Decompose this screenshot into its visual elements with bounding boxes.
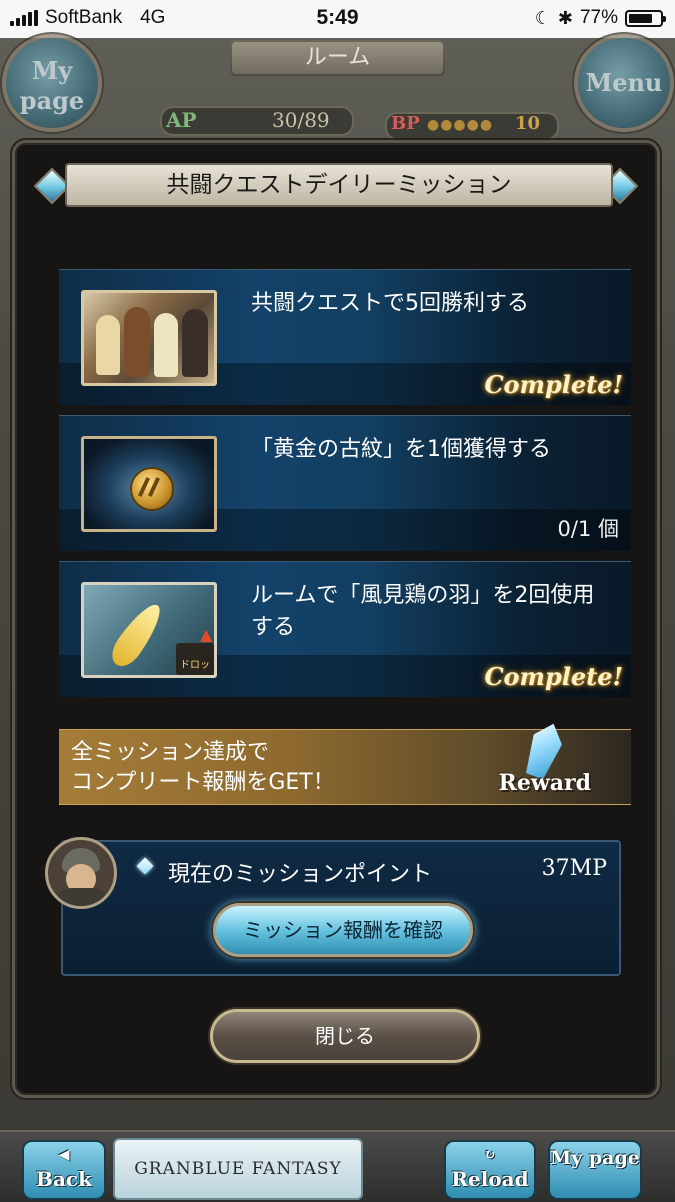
reload-button[interactable]: ↻ Reload (444, 1140, 536, 1200)
feather-thumbnail: ドロップ ▲ (81, 582, 217, 678)
avatar (45, 837, 117, 909)
modal-title: 共闘クエストデイリーミッション (65, 163, 613, 207)
ap-value: 30/89 (272, 108, 330, 132)
back-arrow-icon: ◀ (58, 1147, 70, 1163)
progress-label: 0/1 個 (557, 517, 619, 541)
gold-crest-thumbnail (81, 436, 217, 532)
bottom-nav-bar: ◀ Back GRANBLUE FANTASY ↻ Reload My page (0, 1130, 675, 1202)
game-logo: GRANBLUE FANTASY (113, 1138, 363, 1200)
ap-gauge: AP 30/89 (160, 106, 354, 136)
ap-label: AP (166, 108, 197, 132)
room-title: ルーム (230, 40, 445, 76)
bp-label: BP (391, 113, 420, 134)
mission-points-value: 37MP (541, 856, 607, 881)
daily-mission-modal: 共闘クエストデイリーミッション 共闘クエストで5回勝利する Complete! … (12, 140, 660, 1098)
bp-gauge: BP ●●●●● 10 (385, 112, 559, 140)
status-bar: SoftBank 4G 5:49 ☾ ✱ 77% (0, 0, 675, 38)
bp-dots-icon: ●●●●● (427, 117, 494, 133)
diamond-icon (136, 857, 154, 875)
arrow-up-icon: ▲ (200, 625, 213, 644)
mission-text: 「黄金の古紋」を1個獲得する (251, 437, 551, 462)
complete-label: Complete! (484, 662, 623, 691)
battery-icon (625, 9, 666, 27)
reward-line-1: 全ミッション達成で (71, 740, 270, 765)
reward-line-2: コンプリート報酬をGET！ (71, 770, 335, 795)
menu-button[interactable]: Menu (578, 38, 670, 128)
mission-text: 共闘クエストで5回勝利する (251, 291, 529, 316)
characters-thumbnail (81, 290, 217, 386)
drop-badge: ドロップ (176, 643, 214, 675)
mypage-bottom-button[interactable]: My page (548, 1140, 642, 1200)
bp-value: 10 (515, 113, 541, 134)
battery-percent: 77% (579, 7, 618, 28)
bluetooth-icon: ✱ (557, 7, 573, 28)
reload-icon: ↻ (484, 1147, 496, 1163)
confirm-reward-button[interactable]: ミッション報酬を確認 (213, 903, 473, 957)
mission-text: ルームで「風見鶏の羽」を2回使用する (251, 583, 595, 640)
back-button[interactable]: ◀ Back (22, 1140, 106, 1200)
mission-item: ドロップ ▲ ルームで「風見鶏の羽」を2回使用する Complete! (59, 561, 631, 697)
mypage-button[interactable]: My page (6, 38, 98, 128)
mission-points-label: 現在のミッションポイント (168, 862, 433, 887)
reward-label: Reward (498, 770, 591, 796)
complete-label: Complete! (484, 370, 623, 399)
complete-reward-banner: 全ミッション達成で コンプリート報酬をGET！ Reward (59, 729, 631, 805)
moon-icon: ☾ (534, 7, 551, 28)
mission-item: 共闘クエストで5回勝利する Complete! (59, 269, 631, 405)
mission-item: 「黄金の古紋」を1個獲得する 0/1 個 (59, 415, 631, 551)
close-button[interactable]: 閉じる (210, 1009, 480, 1063)
